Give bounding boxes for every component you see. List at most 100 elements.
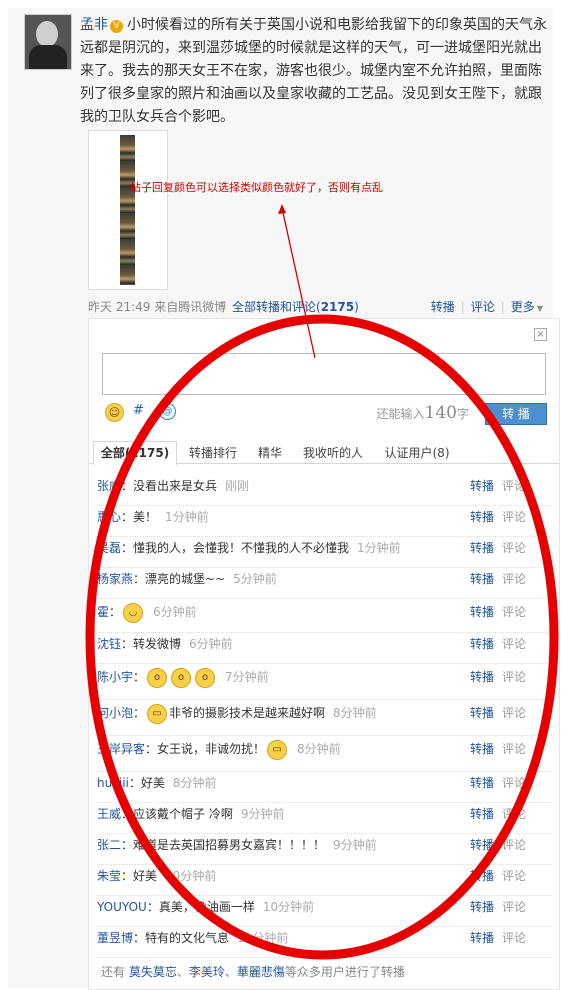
row-comment-button[interactable]: 评论 xyxy=(502,706,526,720)
list-item: 沈钰：转发微博 6分钟前 转播 评论 xyxy=(97,635,552,664)
row-repost-button[interactable]: 转播 xyxy=(470,742,494,756)
submit-repost-button[interactable]: 转 播 xyxy=(485,403,547,425)
char-remaining: 还能输入140字 xyxy=(376,403,469,423)
row-repost-button[interactable]: 转播 xyxy=(470,807,494,821)
repost-panel: × ☺ # @ 还能输入140字 转 播 全部(2175) 转播排行 精华 我收… xyxy=(88,318,560,990)
close-icon[interactable]: × xyxy=(534,328,547,341)
row-comment-button[interactable]: 评论 xyxy=(502,776,526,790)
row-repost-button[interactable]: 转播 xyxy=(470,605,494,619)
list-item: 王岸异客：女王说，非诚勿扰！ ▭ 8分钟前 转播 评论 xyxy=(97,738,552,772)
row-comment-button[interactable]: 评论 xyxy=(502,742,526,756)
photo-strip xyxy=(120,135,135,285)
post-actions: 转播 | 评论 | 更多 ▼ xyxy=(430,300,543,314)
verified-badge-icon: V xyxy=(110,20,123,33)
row-comment-button[interactable]: 评论 xyxy=(502,869,526,883)
post-meta: 昨天 21:49 来自腾讯微博 全部转播和评论(2175) 转播 | 评论 | 更多 ▼ xyxy=(88,298,553,314)
grin-face-icon: ▭ xyxy=(267,739,288,760)
row-user[interactable]: 张威 xyxy=(97,479,121,493)
tab-all[interactable]: 全部(2175) xyxy=(93,441,177,465)
all-reposts-link[interactable]: 全部转播和评论(2175) xyxy=(232,298,359,315)
list-item: 王威：应该戴个帽子 冷啊 9分钟前 转播 评论 xyxy=(97,805,552,834)
row-user[interactable]: 惠心 xyxy=(97,510,121,524)
smiley-icon: ◡ xyxy=(123,602,144,623)
tab-repost-ranking[interactable]: 转播排行 xyxy=(179,441,247,464)
row-user[interactable]: 霍 xyxy=(97,605,109,619)
annotation-note: 帖子回复颜色可以选择类似颜色就好了，否则有点乱 xyxy=(130,181,383,194)
row-comment-button[interactable]: 评论 xyxy=(502,931,526,945)
hash-topic-icon[interactable]: # xyxy=(133,403,144,418)
row-comment-button[interactable]: 评论 xyxy=(502,900,526,914)
reposter-link[interactable]: 華麗悲傷 xyxy=(237,965,285,979)
repost-tabs: 全部(2175) 转播排行 精华 我收听的人 认证用户(8) xyxy=(89,441,559,465)
comment-button[interactable]: 评论 xyxy=(471,300,495,314)
row-user[interactable]: 王岸异客 xyxy=(97,742,145,756)
post-text: 小时候看过的所有关于英国小说和电影给我留下的印象英国的天气永远都是阴沉的，来到温… xyxy=(80,17,547,125)
row-user[interactable]: 沈钰 xyxy=(97,637,121,651)
smiley-icon[interactable]: ☺ xyxy=(105,403,124,422)
row-repost-button[interactable]: 转播 xyxy=(470,838,494,852)
row-user[interactable]: 董昱博 xyxy=(97,931,133,945)
row-comment-button[interactable]: 评论 xyxy=(502,510,526,524)
row-user[interactable]: 朱莹 xyxy=(97,869,121,883)
row-repost-button[interactable]: 转播 xyxy=(470,776,494,790)
row-repost-button[interactable]: 转播 xyxy=(470,931,494,945)
list-item: 何小泡： ▭ 非爷的摄影技术是越来越好啊 8分钟前 转播 评论 xyxy=(97,702,552,736)
row-user[interactable]: huijiii xyxy=(97,776,129,790)
surprised-face-icon: o xyxy=(195,667,216,688)
tab-following[interactable]: 我收听的人 xyxy=(293,441,373,464)
row-user[interactable]: 张二 xyxy=(97,838,121,852)
chevron-down-icon[interactable]: ▼ xyxy=(537,304,543,313)
grin-face-icon: ▭ xyxy=(147,703,168,724)
surprised-face-icon: o xyxy=(171,667,192,688)
row-comment-button[interactable]: 评论 xyxy=(502,605,526,619)
more-button[interactable]: 更多 xyxy=(511,300,535,314)
surprised-face-icon: o xyxy=(147,667,168,688)
list-item: 朱莹：好美 10分钟前 转播 评论 xyxy=(97,867,552,896)
tab-featured[interactable]: 精华 xyxy=(249,441,291,464)
list-item: 杨家燕：漂亮的城堡~~ 5分钟前 转播 评论 xyxy=(97,570,552,599)
row-user[interactable]: 陈小宇 xyxy=(97,670,133,684)
row-repost-button[interactable]: 转播 xyxy=(470,670,494,684)
row-user[interactable]: 王威 xyxy=(97,807,121,821)
row-user[interactable]: 杨家燕 xyxy=(97,572,133,586)
row-repost-button[interactable]: 转播 xyxy=(470,572,494,586)
row-repost-button[interactable]: 转播 xyxy=(470,541,494,555)
row-user[interactable]: 吴磊 xyxy=(97,541,121,555)
row-comment-button[interactable]: 评论 xyxy=(502,479,526,493)
repost-input[interactable] xyxy=(102,353,546,395)
list-item: 董昱博：特有的文化气息 11分钟前 转播 评论 xyxy=(97,929,552,958)
row-user[interactable]: YOUYOU xyxy=(97,900,147,914)
post-body: 孟非 V 小时候看过的所有关于英国小说和电影给我留下的印象英国的天气永远都是阴沉的，… xyxy=(80,14,548,129)
tab-verified[interactable]: 认证用户(8) xyxy=(375,441,459,464)
row-repost-button[interactable]: 转播 xyxy=(470,869,494,883)
list-item: 惠心：美！ 1分钟前 转播 评论 xyxy=(97,508,552,537)
list-item: YOUYOU：真美，像油画一样 10分钟前 转播 评论 xyxy=(97,898,552,927)
at-icon[interactable]: @ xyxy=(159,403,176,420)
list-item: 吴磊：懂我的人，会懂我！不懂我的人不必懂我 1分钟前 转播 评论 xyxy=(97,539,552,568)
row-repost-button[interactable]: 转播 xyxy=(470,479,494,493)
row-comment-button[interactable]: 评论 xyxy=(502,670,526,684)
list-item: 张威：没看出来是女兵 刚刚 转播 评论 xyxy=(97,477,552,506)
author-name[interactable]: 孟非 xyxy=(80,17,108,33)
more-reposters: 还有 莫失莫忘、李美玲、華麗悲傷等众多用户进行了转播 xyxy=(101,965,405,979)
row-repost-button[interactable]: 转播 xyxy=(470,637,494,651)
row-comment-button[interactable]: 评论 xyxy=(502,838,526,852)
post-image-thumbnail[interactable] xyxy=(88,130,168,290)
row-comment-button[interactable]: 评论 xyxy=(502,637,526,651)
row-comment-button[interactable]: 评论 xyxy=(502,807,526,821)
row-repost-button[interactable]: 转播 xyxy=(470,900,494,914)
row-user[interactable]: 何小泡 xyxy=(97,706,133,720)
avatar[interactable] xyxy=(24,14,72,70)
repost-button[interactable]: 转播 xyxy=(431,300,455,314)
row-repost-button[interactable]: 转播 xyxy=(470,510,494,524)
row-comment-button[interactable]: 评论 xyxy=(502,572,526,586)
reposter-link[interactable]: 李美玲 xyxy=(189,965,225,979)
list-item: 霍： ◡ 6分钟前 转播 评论 xyxy=(97,601,552,633)
list-item: 陈小宇： o o o 7分钟前 转播 评论 xyxy=(97,666,552,700)
list-item: huijiii：好美 8分钟前 转播 评论 xyxy=(97,774,552,803)
reposter-link[interactable]: 莫失莫忘 xyxy=(129,965,177,979)
list-item: 张二：难道是去英国招募男女嘉宾！！！！ 9分钟前 转播 评论 xyxy=(97,836,552,865)
post-source: 昨天 21:49 来自腾讯微博 xyxy=(88,300,227,314)
row-repost-button[interactable]: 转播 xyxy=(470,706,494,720)
row-comment-button[interactable]: 评论 xyxy=(502,541,526,555)
